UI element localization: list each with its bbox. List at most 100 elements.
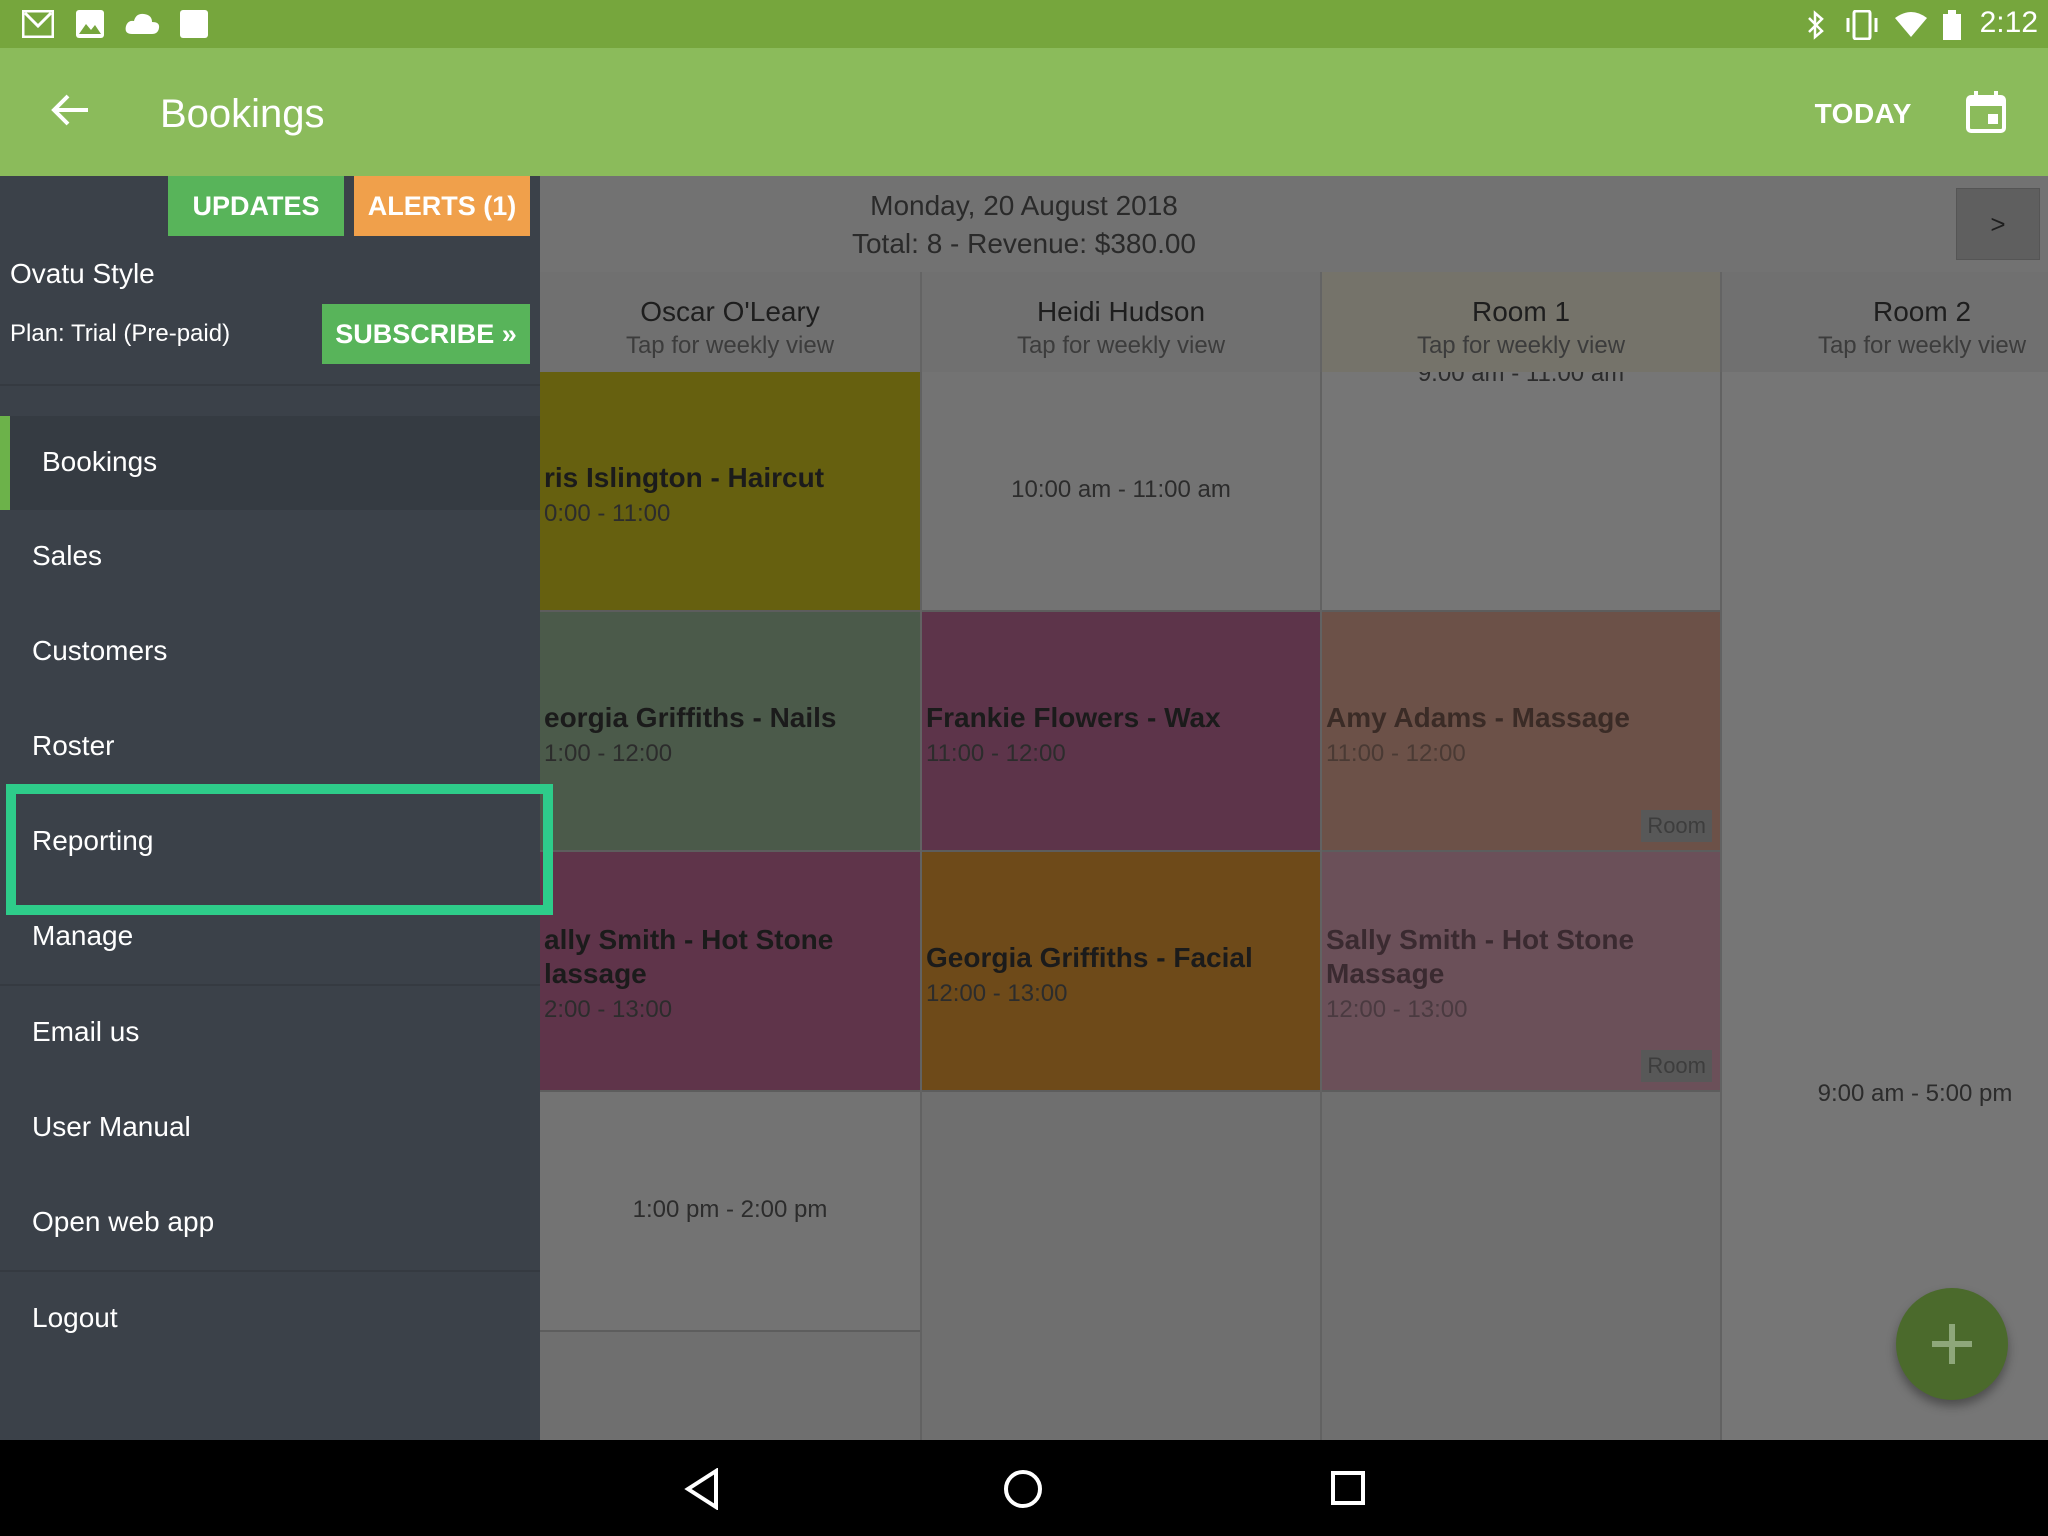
column-header-room-2[interactable]: Room 2 Tap for weekly view: [1722, 272, 2048, 372]
status-bar: 2:12: [0, 0, 2048, 48]
app-icon: [180, 10, 208, 38]
column-name: Heidi Hudson: [1036, 296, 1206, 327]
wifi-icon: [1895, 12, 1927, 37]
booking-cell[interactable]: Sally Smith - Hot Stone Massage 12:00 - …: [1322, 852, 1720, 1092]
booking-title-line-2: lassage: [544, 958, 647, 989]
booking-title-line-2: Massage: [1326, 958, 1445, 989]
bluetooth-icon: [1808, 10, 1824, 40]
menu-item-customers[interactable]: Customers: [0, 605, 540, 699]
add-booking-button[interactable]: [1896, 1288, 2008, 1400]
column-heidi: 10:00 am - 11:00 am Frankie Flowers - Wa…: [922, 372, 1322, 1440]
reporting-highlight-box: [6, 784, 553, 915]
column-header-heidi[interactable]: Heidi Hudson Tap for weekly view: [922, 272, 1322, 372]
back-icon[interactable]: [682, 1468, 722, 1510]
menu-item-label: Manage: [32, 920, 134, 951]
available-slot[interactable]: 9:00 am - 5:00 pm: [1722, 372, 2048, 1440]
system-nav-bar: [0, 1440, 2048, 1536]
menu-item-sales[interactable]: Sales: [0, 510, 540, 604]
plan-label: Plan: Trial (Pre-paid): [10, 320, 231, 347]
image-icon: [76, 10, 104, 38]
slot-time: 10:00 am - 11:00 am: [1011, 476, 1231, 503]
booking-cell[interactable]: Amy Adams - Massage 11:00 - 12:00 Room: [1322, 612, 1720, 852]
business-name: Ovatu Style: [10, 258, 155, 289]
slot-time: 9:00 am - 5:00 pm: [1817, 1080, 2013, 1107]
column-header-oscar[interactable]: Oscar O'Leary Tap for weekly view: [540, 272, 922, 372]
room-badge: Room: [1641, 810, 1712, 842]
page-title: Bookings: [160, 92, 325, 136]
booking-title: Sally Smith - Hot Stone: [1326, 924, 1635, 955]
booking-cell[interactable]: ally Smith - Hot Stone lassage 2:00 - 13…: [540, 852, 920, 1092]
home-icon[interactable]: [1002, 1468, 1044, 1510]
updates-button[interactable]: UPDATES: [168, 176, 344, 236]
menu-item-logout[interactable]: Logout: [0, 1272, 540, 1366]
back-arrow-icon[interactable]: [46, 86, 94, 134]
slot-time: 9:00 am - 11:00 am: [1417, 372, 1625, 387]
booking-time: 0:00 - 11:00: [544, 500, 671, 527]
calendar-icon[interactable]: [1962, 88, 2010, 136]
vibrate-icon: [1846, 10, 1878, 40]
menu-item-label: Customers: [32, 635, 168, 666]
menu-item-roster[interactable]: Roster: [0, 700, 540, 794]
calendar-date: Monday, 20 August 2018: [870, 190, 1178, 221]
available-slot[interactable]: 1:00 pm - 2:00 pm: [540, 1092, 920, 1332]
booking-title: Georgia Griffiths - Facial: [926, 942, 1253, 973]
menu-item-bookings[interactable]: Bookings: [0, 416, 540, 510]
cloud-icon: [125, 13, 160, 34]
menu-item-label: User Manual: [32, 1111, 191, 1142]
gmail-icon: [22, 10, 54, 38]
menu-item-label: Logout: [32, 1302, 118, 1333]
divider: [0, 384, 540, 386]
booking-title: Frankie Flowers - Wax: [926, 702, 1221, 733]
menu-item-label: Roster: [32, 730, 115, 761]
booking-cell[interactable]: ris Islington - Haircut 0:00 - 11:00: [540, 372, 920, 612]
menu-item-user-manual[interactable]: User Manual: [0, 1081, 540, 1175]
column-name: Oscar O'Leary: [640, 296, 820, 327]
menu-item-label: Sales: [32, 540, 103, 571]
booking-time: 12:00 - 13:00: [1326, 996, 1468, 1023]
booking-title: ally Smith - Hot Stone: [544, 924, 834, 955]
column-room-1: 9:00 am - 11:00 am Amy Adams - Massage 1…: [1322, 372, 1722, 1440]
slot-time: 1:00 pm - 2:00 pm: [632, 1196, 828, 1223]
room-badge: Room: [1641, 1050, 1712, 1082]
available-slot[interactable]: 10:00 am - 11:00 am: [922, 372, 1320, 612]
app-bar: Bookings TODAY: [0, 48, 2048, 176]
next-day-button[interactable]: >: [1956, 188, 2040, 260]
active-indicator: [0, 416, 10, 510]
booking-cell[interactable]: Frankie Flowers - Wax 11:00 - 12:00: [922, 612, 1320, 852]
column-oscar: ris Islington - Haircut 0:00 - 11:00 eor…: [540, 372, 922, 1440]
column-name: Room 2: [1872, 296, 1972, 327]
today-button[interactable]: TODAY: [1815, 98, 1912, 130]
battery-icon: [1943, 10, 1961, 40]
booking-cell[interactable]: Georgia Griffiths - Facial 12:00 - 13:00: [922, 852, 1320, 1092]
column-header-room-1[interactable]: Room 1 Tap for weekly view: [1322, 272, 1722, 372]
booking-cell[interactable]: eorgia Griffiths - Nails 1:00 - 12:00: [540, 612, 920, 852]
booking-time: 11:00 - 12:00: [926, 740, 1066, 767]
alerts-button[interactable]: ALERTS (1): [354, 176, 530, 236]
calendar-summary: Total: 8 - Revenue: $380.00: [851, 228, 1196, 259]
booking-title: eorgia Griffiths - Nails: [544, 702, 837, 733]
column-name: Room 1: [1471, 296, 1571, 327]
menu-item-open-web-app[interactable]: Open web app: [0, 1176, 540, 1270]
column-subtitle: Tap for weekly view: [625, 332, 835, 359]
column-subtitle: Tap for weekly view: [1016, 332, 1226, 359]
booking-time: 2:00 - 13:00: [544, 996, 673, 1023]
plus-icon: [1932, 1324, 1972, 1364]
booking-time: 12:00 - 13:00: [926, 980, 1068, 1007]
menu-item-email-us[interactable]: Email us: [0, 986, 540, 1080]
menu-item-label: Email us: [32, 1016, 140, 1047]
menu-item-label: Open web app: [32, 1206, 215, 1237]
status-time: 2:12: [1979, 6, 2038, 39]
booking-title: ris Islington - Haircut: [544, 462, 825, 493]
booking-title: Amy Adams - Massage: [1326, 702, 1630, 733]
column-subtitle: Tap for weekly view: [1416, 332, 1626, 359]
booking-time: 1:00 - 12:00: [544, 740, 673, 767]
subscribe-button[interactable]: SUBSCRIBE »: [322, 304, 530, 364]
booking-time: 11:00 - 12:00: [1326, 740, 1466, 767]
recents-icon[interactable]: [1330, 1470, 1366, 1506]
date-bar: Monday, 20 August 2018 Total: 8 - Revenu…: [540, 176, 2048, 272]
column-room-2: 9:00 am - 5:00 pm: [1722, 372, 2048, 1440]
calendar-view: Monday, 20 August 2018 Total: 8 - Revenu…: [540, 176, 2048, 1440]
menu-item-label: Bookings: [42, 446, 158, 477]
column-subtitle: Tap for weekly view: [1817, 332, 2027, 359]
available-slot[interactable]: 9:00 am - 11:00 am: [1322, 372, 1720, 612]
